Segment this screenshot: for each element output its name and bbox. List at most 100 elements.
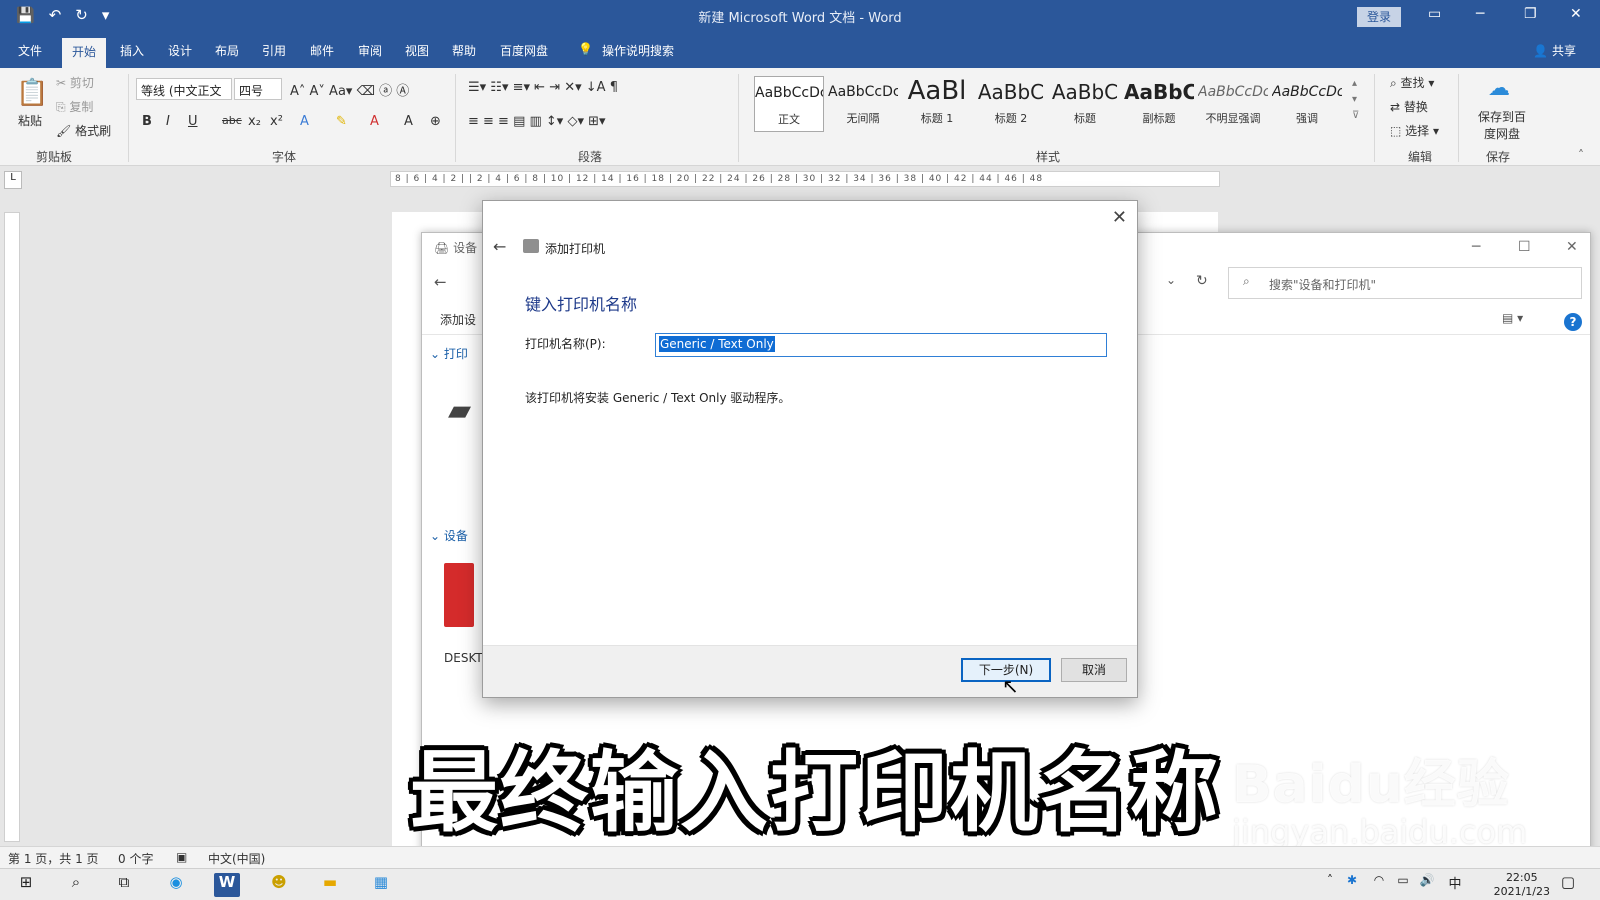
chevron-down-icon[interactable]: ⌄ bbox=[1166, 273, 1176, 287]
edge-browser-icon[interactable]: ◉ bbox=[164, 873, 188, 897]
help-icon[interactable]: ? bbox=[1564, 313, 1582, 331]
select-button[interactable]: ⬚ 选择 ▾ bbox=[1390, 122, 1439, 139]
enclose-characters-icon[interactable]: ⊕ bbox=[430, 114, 441, 129]
style-subtle-emphasis[interactable]: AaBbCcDc 不明显强调 bbox=[1198, 76, 1268, 132]
dialog-close-button[interactable]: ✕ bbox=[1112, 207, 1127, 228]
clock[interactable]: 22:05 2021/1/23 bbox=[1494, 871, 1550, 899]
share-button[interactable]: 👤 共享 bbox=[1533, 42, 1576, 59]
refresh-icon[interactable]: ↻ bbox=[1196, 273, 1208, 289]
devices-section[interactable]: ⌄ 设备 bbox=[430, 527, 468, 544]
control-panel-icon[interactable]: ▦ bbox=[368, 873, 394, 897]
computer-device-icon[interactable] bbox=[444, 563, 474, 627]
tell-me-search[interactable]: 操作说明搜索 bbox=[602, 42, 674, 59]
tab-review[interactable]: 审阅 bbox=[358, 42, 382, 59]
style-name: 标题 bbox=[1074, 112, 1096, 125]
list-indent-icons[interactable]: ☰▾ ☷▾ ≡▾ ⇤ ⇥ ✕▾ ↓A ¶ bbox=[468, 80, 618, 95]
style-no-spacing[interactable]: AaBbCcDc 无间隔 bbox=[828, 76, 898, 132]
battery-icon[interactable]: ▭ bbox=[1394, 873, 1412, 897]
style-title[interactable]: AaBbC 标题 bbox=[1050, 76, 1120, 132]
strikethrough-icon[interactable]: abc bbox=[222, 114, 242, 127]
style-name: 正文 bbox=[778, 113, 800, 126]
alignment-icons[interactable]: ≡ ≡ ≡ ▤ ▥ ↕▾ ◇▾ ⊞▾ bbox=[468, 114, 606, 129]
subscript-icon[interactable]: x₂ bbox=[248, 114, 261, 129]
tab-help[interactable]: 帮助 bbox=[452, 42, 476, 59]
dialog-back-icon[interactable]: ← bbox=[493, 237, 506, 256]
proofing-icon[interactable]: ▣ bbox=[176, 850, 187, 864]
copy-button[interactable]: ⎘ 复制 bbox=[56, 98, 93, 115]
back-arrow-icon[interactable]: ← bbox=[434, 273, 447, 291]
style-heading-1[interactable]: AaBl 标题 1 bbox=[902, 76, 972, 132]
character-shading-icon[interactable]: A bbox=[404, 114, 413, 129]
view-options-icon[interactable]: ▤ ▾ bbox=[1502, 311, 1523, 325]
vertical-ruler[interactable] bbox=[4, 212, 20, 842]
printer-device-icon[interactable]: ▰ bbox=[448, 393, 471, 428]
text-effects-icon[interactable]: A bbox=[300, 114, 309, 129]
tab-home[interactable]: 开始 bbox=[62, 38, 107, 68]
explorer-close-button[interactable]: ✕ bbox=[1566, 239, 1578, 255]
clipboard-icon[interactable]: 📋 bbox=[16, 78, 48, 108]
highlight-icon[interactable]: ✎ bbox=[336, 114, 347, 129]
windows-start-icon[interactable]: ⊞ bbox=[14, 873, 38, 897]
tab-mailings[interactable]: 邮件 bbox=[310, 42, 334, 59]
device-name-label: DESKT bbox=[444, 651, 483, 665]
network-icon[interactable]: ◠ bbox=[1370, 873, 1388, 897]
tab-design[interactable]: 设计 bbox=[168, 42, 192, 59]
horizontal-ruler[interactable]: 8 | 6 | 4 | 2 | | 2 | 4 | 6 | 8 | 10 | 1… bbox=[390, 171, 1220, 187]
font-name-select[interactable]: 等线 (中文正文 bbox=[136, 78, 232, 100]
volume-icon[interactable]: 🔊 bbox=[1418, 873, 1436, 897]
explorer-minimize-button[interactable]: ─ bbox=[1472, 239, 1480, 255]
save-to-baidu-button[interactable]: 保存到百度网盘 bbox=[1474, 108, 1530, 142]
language-status[interactable]: 中文(中国) bbox=[208, 850, 265, 867]
word-count[interactable]: 0 个字 bbox=[118, 850, 153, 867]
ime-indicator[interactable]: 中 bbox=[1446, 873, 1464, 897]
replace-button[interactable]: ⇄ 替换 bbox=[1390, 98, 1428, 115]
close-button[interactable]: ✕ bbox=[1570, 6, 1582, 22]
explorer-maximize-button[interactable]: ☐ bbox=[1518, 239, 1531, 255]
printer-name-input[interactable]: Generic / Text Only bbox=[655, 333, 1107, 357]
printers-section[interactable]: ⌄ 打印 bbox=[430, 345, 468, 362]
add-device-command[interactable]: 添加设 bbox=[440, 311, 476, 328]
cut-button[interactable]: ✂ 剪切 bbox=[56, 74, 94, 91]
baidu-cloud-icon[interactable]: ☁ bbox=[1488, 76, 1510, 101]
format-painter-button[interactable]: 🖌 格式刷 bbox=[56, 122, 111, 139]
collapse-ribbon-icon[interactable]: ˄ bbox=[1578, 148, 1584, 162]
cancel-button[interactable]: 取消 bbox=[1061, 658, 1127, 682]
font-size-select[interactable]: 四号 bbox=[234, 78, 282, 100]
tab-baidu-netdisk[interactable]: 百度网盘 bbox=[500, 42, 548, 59]
file-explorer-icon[interactable]: ▬ bbox=[318, 873, 342, 897]
style-subtitle[interactable]: AaBbC 副标题 bbox=[1124, 76, 1194, 132]
page-count[interactable]: 第 1 页，共 1 页 bbox=[8, 850, 99, 867]
tab-view[interactable]: 视图 bbox=[405, 42, 429, 59]
italic-icon[interactable]: I bbox=[166, 114, 170, 129]
paste-button[interactable]: 粘贴 bbox=[18, 112, 42, 129]
bluetooth-icon[interactable]: ✱ bbox=[1344, 873, 1360, 897]
style-heading-2[interactable]: AaBbC 标题 2 bbox=[976, 76, 1046, 132]
task-view-icon[interactable]: ⧉ bbox=[112, 873, 136, 897]
minimize-button[interactable]: ─ bbox=[1476, 6, 1484, 22]
search-icon[interactable]: ⌕ bbox=[64, 873, 88, 897]
underline-icon[interactable]: U bbox=[188, 114, 198, 129]
styles-scroll-icons[interactable]: ▴ ▾ ⊽ bbox=[1352, 76, 1359, 124]
tab-insert[interactable]: 插入 bbox=[120, 42, 144, 59]
ribbon-separator bbox=[128, 74, 129, 162]
restore-button[interactable]: ❐ bbox=[1524, 6, 1537, 22]
font-color-icon[interactable]: A bbox=[370, 114, 379, 129]
tab-layout[interactable]: 布局 bbox=[215, 42, 239, 59]
ribbon-display-icon[interactable]: ▭ bbox=[1428, 6, 1441, 22]
search-input[interactable]: ⌕ 搜索"设备和打印机" bbox=[1228, 267, 1582, 299]
style-sample: AaBbC bbox=[1051, 80, 1119, 104]
word-app-icon[interactable]: W bbox=[214, 873, 240, 897]
bold-icon[interactable]: B bbox=[142, 114, 152, 129]
style-normal[interactable]: AaBbCcDc 正文 bbox=[754, 76, 824, 132]
tab-selector[interactable]: L bbox=[4, 171, 22, 189]
superscript-icon[interactable]: x² bbox=[270, 114, 283, 129]
tab-references[interactable]: 引用 bbox=[262, 42, 286, 59]
chevron-up-icon[interactable]: ˄ bbox=[1322, 873, 1338, 897]
font-grow-shrink-icons[interactable]: A˄ A˅ Aa▾ ⌫ ⓐ Ⓐ bbox=[290, 80, 409, 99]
find-button[interactable]: ⌕ 查找 ▾ bbox=[1390, 74, 1434, 91]
login-button[interactable]: 登录 bbox=[1357, 7, 1401, 27]
tab-file[interactable]: 文件 bbox=[18, 42, 42, 59]
notification-icon[interactable]: ▢ bbox=[1556, 873, 1580, 897]
app-icon[interactable]: ☻ bbox=[266, 873, 292, 897]
style-emphasis[interactable]: AaBbCcDc 强调 bbox=[1272, 76, 1342, 132]
